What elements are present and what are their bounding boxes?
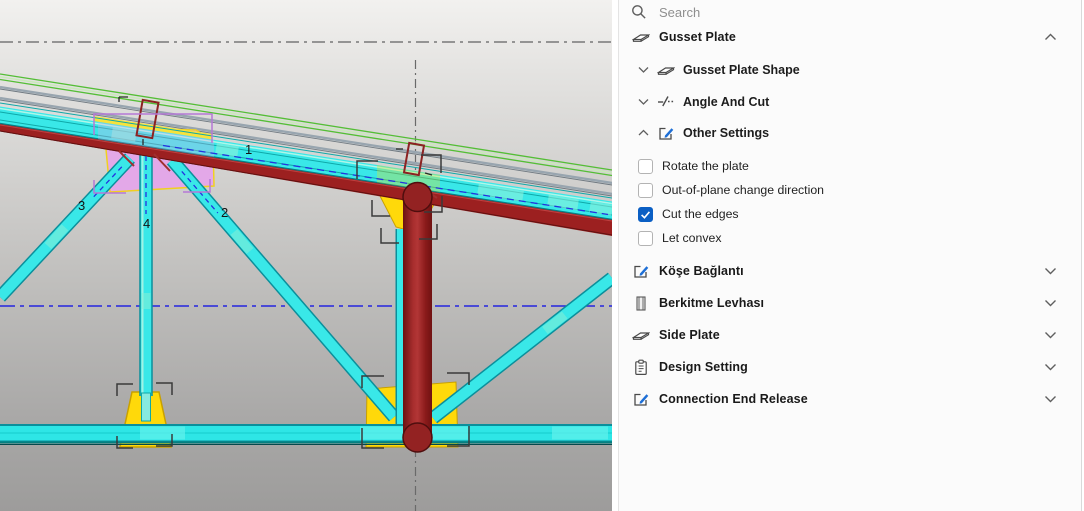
checkbox-unchecked[interactable]	[638, 159, 653, 174]
section-connection-end-release[interactable]: Connection End Release	[619, 383, 1081, 415]
section-label: Design Setting	[659, 360, 748, 374]
member-label-3: 3	[78, 198, 85, 213]
member-label-1: 1	[245, 142, 252, 157]
section-label: Köşe Bağlantı	[659, 264, 744, 278]
app-window: 1 2 3 4 Gusset Plate	[0, 0, 1084, 511]
chevron-down-icon[interactable]	[1044, 363, 1057, 372]
chevron-up-icon[interactable]	[1044, 33, 1057, 42]
checkbox-label: Cut the edges	[662, 207, 739, 221]
section-label: Connection End Release	[659, 392, 808, 406]
subsection-label: Gusset Plate Shape	[683, 63, 800, 77]
section-label: Berkitme Levhası	[659, 296, 764, 310]
checkbox-label: Rotate the plate	[662, 159, 749, 173]
checkbox-unchecked[interactable]	[638, 231, 653, 246]
clipboard-icon	[632, 359, 650, 376]
subsection-label: Angle And Cut	[683, 95, 769, 109]
checkbox-row-rotate-plate[interactable]: Rotate the plate	[619, 154, 1081, 178]
chevron-down-icon[interactable]	[1044, 299, 1057, 308]
chevron-down-icon[interactable]	[1044, 267, 1057, 276]
section-kose-baglanti[interactable]: Köşe Bağlantı	[619, 255, 1081, 287]
checkbox-row-let-convex[interactable]: Let convex	[619, 226, 1081, 250]
subsection-label: Other Settings	[683, 126, 769, 140]
search-input[interactable]	[657, 4, 881, 21]
search-icon	[631, 4, 647, 20]
section-side-plate[interactable]: Side Plate	[619, 319, 1081, 351]
edit-icon	[657, 125, 675, 142]
subsection-gusset-plate-shape[interactable]: Gusset Plate Shape	[619, 54, 1081, 86]
chevron-down-icon[interactable]	[1044, 331, 1057, 340]
checkbox-checked[interactable]	[638, 207, 653, 222]
checkbox-unchecked[interactable]	[638, 183, 653, 198]
edit-icon	[632, 263, 650, 280]
chevron-down-icon[interactable]	[1044, 395, 1057, 404]
section-label: Gusset Plate	[659, 30, 736, 44]
stiffener-plate-icon	[632, 295, 650, 312]
section-berkitme-levhasi[interactable]: Berkitme Levhası	[619, 287, 1081, 319]
checkbox-label: Out-of-plane change direction	[662, 183, 824, 197]
plate-icon	[632, 29, 650, 46]
checkbox-label: Let convex	[662, 231, 721, 245]
checkbox-row-out-of-plane[interactable]: Out-of-plane change direction	[619, 178, 1081, 202]
section-label: Side Plate	[659, 328, 720, 342]
checkbox-row-cut-edges[interactable]: Cut the edges	[619, 202, 1081, 226]
chevron-up-icon[interactable]	[638, 129, 649, 137]
edit-icon	[632, 391, 650, 408]
section-gusset-plate[interactable]: Gusset Plate	[619, 21, 1081, 53]
subsection-angle-and-cut[interactable]: Angle And Cut	[619, 86, 1081, 117]
viewport-3d[interactable]: 1 2 3 4	[0, 0, 612, 511]
chevron-down-icon[interactable]	[638, 66, 649, 74]
chevron-down-icon[interactable]	[638, 98, 649, 106]
angle-and-cut-icon	[657, 93, 675, 110]
member-label-2: 2	[221, 205, 228, 220]
subsection-other-settings[interactable]: Other Settings	[619, 117, 1081, 149]
plate-icon	[632, 327, 650, 344]
settings-panel: Gusset Plate Gusset Plate Shape Angle An…	[618, 0, 1082, 511]
red-pipe-member[interactable]	[403, 183, 432, 453]
section-design-setting[interactable]: Design Setting	[619, 351, 1081, 383]
bottom-chord[interactable]	[0, 424, 612, 445]
member-label-4: 4	[143, 216, 150, 231]
plate-icon	[657, 62, 675, 79]
